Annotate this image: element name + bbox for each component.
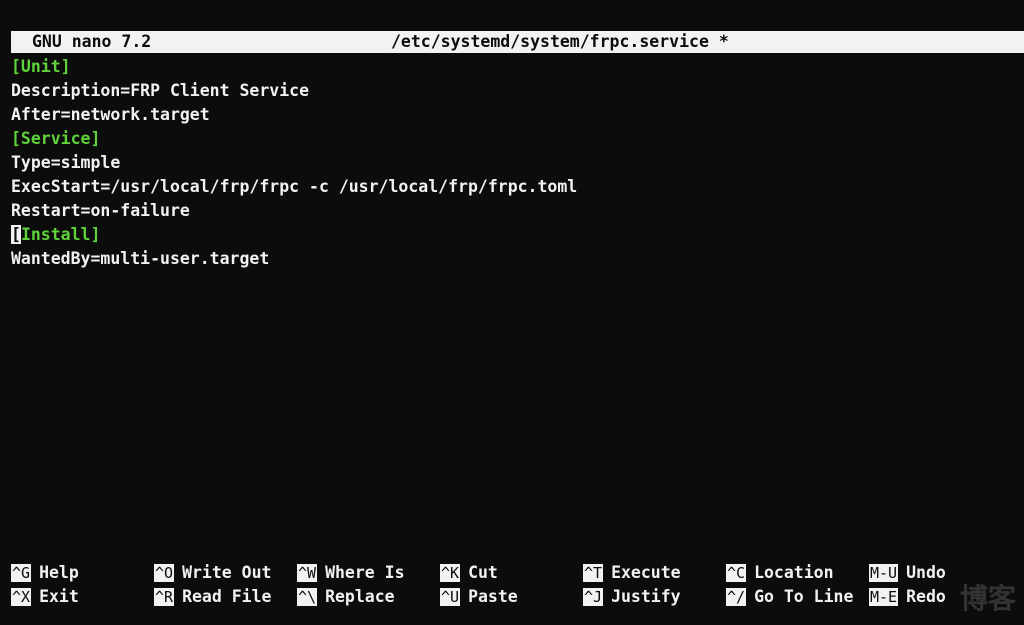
terminal-window[interactable]: GNU nano 7.2 /etc/systemd/system/frpc.se… <box>0 0 1024 625</box>
shortcut-label: Redo <box>906 587 946 606</box>
shortcut-label: Execute <box>611 563 681 582</box>
shortcut-label: Exit <box>39 587 79 606</box>
shortcut-key: ^J <box>583 588 604 606</box>
shortcut-key: ^K <box>440 564 461 582</box>
text-cursor: [ <box>11 225 21 244</box>
line-description[interactable]: Description=FRP Client Service <box>11 79 1021 103</box>
blog-watermark: 博客 <box>959 582 1016 615</box>
file-path-modified: /etc/systemd/system/frpc.service * <box>391 32 729 51</box>
shortcut-go-to-line[interactable]: ^/ Go To Line <box>726 585 853 609</box>
shortcut-label: Where Is <box>325 563 405 582</box>
shortcut-key: ^T <box>583 564 604 582</box>
shortcut-paste[interactable]: ^U Paste <box>440 585 518 609</box>
shortcut-key: ^U <box>440 588 461 606</box>
app-name-version: GNU nano 7.2 <box>32 32 152 51</box>
shortcut-label: Justify <box>611 587 681 606</box>
section-header-install-text: Install] <box>20 225 101 244</box>
shortcut-exit[interactable]: ^X Exit <box>11 585 79 609</box>
shortcut-write-out[interactable]: ^O Write Out <box>154 561 271 585</box>
shortcut-read-file[interactable]: ^R Read File <box>154 585 271 609</box>
shortcut-key: ^O <box>154 564 175 582</box>
shortcut-row-1: ^G Help ^O Write Out ^W Where Is ^K Cut ^T Ex… <box>11 561 1021 585</box>
shortcut-key: ^W <box>297 564 318 582</box>
shortcut-label: Replace <box>325 587 395 606</box>
shortcut-where-is[interactable]: ^W Where Is <box>297 561 405 585</box>
shortcut-label: Cut <box>468 563 498 582</box>
shortcut-location[interactable]: ^C Location <box>726 561 834 585</box>
shortcut-label: Go To Line <box>754 587 854 606</box>
shortcut-undo[interactable]: M-U Undo <box>869 561 946 585</box>
shortcut-execute[interactable]: ^T Execute <box>583 561 681 585</box>
shortcut-key: ^R <box>154 588 175 606</box>
shortcut-label: Help <box>39 563 79 582</box>
shortcut-label: Read File <box>182 587 272 606</box>
nano-title-bar: GNU nano 7.2 /etc/systemd/system/frpc.se… <box>11 31 1024 53</box>
line-after[interactable]: After=network.target <box>11 103 1021 127</box>
shortcut-key: ^G <box>11 564 32 582</box>
shortcut-redo[interactable]: M-E Redo <box>869 585 946 609</box>
line-execstart[interactable]: ExecStart=/usr/local/frp/frpc -c /usr/lo… <box>11 175 1021 199</box>
shortcut-key: M-E <box>869 588 899 606</box>
shortcut-row-2: ^X Exit ^R Read File ^\ Replace ^U Paste ^J J… <box>11 585 1021 609</box>
section-header-install[interactable]: [Install] <box>11 223 1021 247</box>
shortcut-key: ^/ <box>726 588 747 606</box>
shortcut-replace[interactable]: ^\ Replace <box>297 585 395 609</box>
shortcut-label: Undo <box>906 563 946 582</box>
line-restart[interactable]: Restart=on-failure <box>11 199 1021 223</box>
shortcut-label: Location <box>754 563 834 582</box>
section-header-service[interactable]: [Service] <box>11 127 1021 151</box>
editor-text-area[interactable]: [Unit] Description=FRP Client Service Af… <box>11 55 1021 271</box>
section-header-unit[interactable]: [Unit] <box>11 55 1021 79</box>
shortcut-label: Write Out <box>182 563 272 582</box>
shortcut-key: ^X <box>11 588 32 606</box>
line-wantedby[interactable]: WantedBy=multi-user.target <box>11 247 1021 271</box>
shortcut-key: ^C <box>726 564 747 582</box>
shortcut-justify[interactable]: ^J Justify <box>583 585 681 609</box>
shortcut-bar: ^G Help ^O Write Out ^W Where Is ^K Cut ^T Ex… <box>11 561 1021 609</box>
shortcut-key: M-U <box>869 564 899 582</box>
line-type[interactable]: Type=simple <box>11 151 1021 175</box>
shortcut-cut[interactable]: ^K Cut <box>440 561 498 585</box>
shortcut-key: ^\ <box>297 588 318 606</box>
shortcut-label: Paste <box>468 587 518 606</box>
shortcut-help[interactable]: ^G Help <box>11 561 79 585</box>
